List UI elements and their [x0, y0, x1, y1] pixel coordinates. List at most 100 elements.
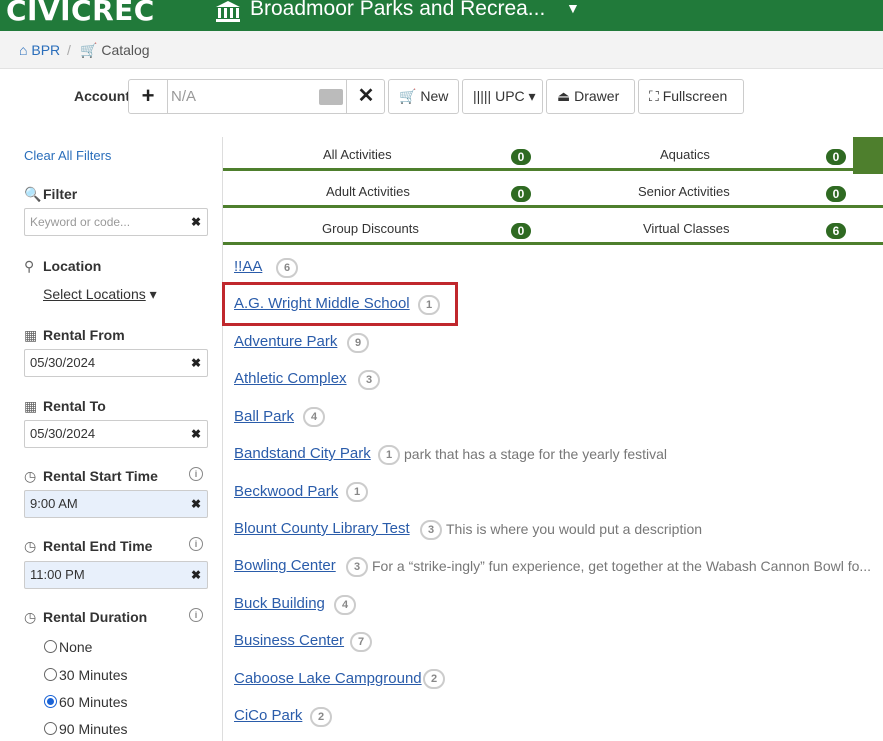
end-time-value: 11:00 PM: [30, 567, 85, 582]
clear-rental-from-icon[interactable]: ✖: [191, 350, 201, 376]
org-dropdown-icon[interactable]: ▼: [566, 0, 580, 16]
location-label: Location: [43, 258, 102, 274]
location-link-highlighted[interactable]: A.G. Wright Middle School: [234, 295, 410, 312]
location-description: This is where you would put a descriptio…: [446, 521, 703, 537]
fullscreen-button[interactable]: ⛶ Fullscreen: [638, 79, 744, 114]
clear-end-time-icon[interactable]: ✖: [191, 562, 201, 588]
upc-button-label: UPC: [495, 88, 525, 104]
duration-info-icon[interactable]: i: [189, 608, 203, 622]
category-count-badge: 0: [511, 223, 531, 239]
clear-rental-to-icon[interactable]: ✖: [191, 421, 201, 447]
org-title[interactable]: Broadmoor Parks and Recrea...: [250, 0, 545, 21]
rental-from-label: Rental From: [43, 327, 125, 343]
location-heading: ⚲ Location: [24, 258, 101, 275]
breadcrumb-separator: /: [67, 42, 71, 58]
filter-label: Filter: [43, 186, 78, 202]
location-link[interactable]: Blount County Library Test: [234, 520, 410, 537]
clock-icon: ◷: [24, 538, 37, 554]
breadcrumb: ⌂ BPR / 🛒 Catalog: [0, 31, 883, 69]
clear-all-filters-link[interactable]: Clear All Filters: [24, 148, 111, 163]
clear-start-time-icon[interactable]: ✖: [191, 491, 201, 517]
new-button[interactable]: 🛒 New: [388, 79, 459, 114]
upc-button[interactable]: ||||| UPC ▾: [462, 79, 543, 114]
rental-to-value: 05/30/2024: [30, 426, 96, 441]
end-time-heading: ◷ Rental End Time: [24, 538, 152, 555]
category-row: All Activities 0 Aquatics 0: [223, 137, 883, 171]
location-count-badge: 2: [310, 707, 332, 727]
building-icon: [216, 1, 240, 22]
clear-account-button[interactable]: ✕: [346, 80, 385, 113]
location-link[interactable]: Bowling Center: [234, 557, 336, 574]
drawer-button[interactable]: ⏏ Drawer: [546, 79, 635, 114]
new-button-label: New: [420, 88, 449, 104]
category-count-badge: 0: [511, 186, 531, 202]
category-row: Group Discounts 0 Virtual Classes 6: [223, 211, 883, 245]
category-aquatics[interactable]: Aquatics: [660, 147, 710, 162]
breadcrumb-catalog[interactable]: 🛒 Catalog: [80, 42, 150, 59]
location-count-badge: 3: [346, 557, 368, 577]
location-link[interactable]: Bandstand City Park: [234, 445, 371, 462]
location-count-badge: 4: [303, 407, 325, 427]
start-time-input[interactable]: 9:00 AM ✖: [24, 490, 208, 518]
duration-option-label: None: [59, 639, 93, 655]
barcode-icon: |||||: [473, 88, 492, 104]
duration-option-60[interactable]: 60 Minutes: [44, 694, 127, 710]
location-link[interactable]: Business Center: [234, 632, 344, 649]
drawer-icon: ⏏: [557, 88, 571, 104]
location-description: For a “strike-ingly” fun experience, get…: [372, 558, 872, 574]
category-adult-activities[interactable]: Adult Activities: [326, 184, 410, 199]
radio-button[interactable]: [44, 668, 57, 681]
clear-filter-icon[interactable]: ✖: [191, 209, 201, 235]
duration-option-none[interactable]: None: [44, 639, 92, 655]
duration-option-90[interactable]: 90 Minutes: [44, 721, 127, 737]
caret-down-icon: ▾: [528, 88, 536, 104]
filter-heading: 🔍 Filter: [24, 186, 77, 203]
location-count-badge: 1: [418, 295, 440, 315]
location-link[interactable]: Athletic Complex: [234, 370, 347, 387]
select-locations-dropdown[interactable]: Select Locations ▾: [43, 286, 157, 303]
duration-option-30[interactable]: 30 Minutes: [44, 667, 127, 683]
location-description: park that has a stage for the yearly fes…: [404, 446, 668, 462]
id-card-icon[interactable]: [319, 89, 343, 105]
rental-to-input[interactable]: 05/30/2024 ✖: [24, 420, 208, 448]
radio-button[interactable]: [44, 640, 57, 653]
map-pin-icon: ⚲: [24, 258, 35, 274]
duration-heading: ◷ Rental Duration: [24, 609, 147, 626]
rental-to-heading: ▦ Rental To: [24, 398, 106, 415]
location-link[interactable]: CiCo Park: [234, 707, 302, 724]
location-link[interactable]: Beckwood Park: [234, 483, 338, 500]
cart-icon: 🛒: [399, 88, 417, 104]
category-senior-activities[interactable]: Senior Activities: [638, 184, 730, 199]
search-icon: 🔍: [24, 186, 42, 202]
add-account-button[interactable]: +: [129, 80, 168, 113]
start-time-info-icon[interactable]: i: [189, 467, 203, 481]
end-time-input[interactable]: 11:00 PM ✖: [24, 561, 208, 589]
filter-placeholder: Keyword or code...: [30, 215, 131, 229]
radio-button[interactable]: [44, 722, 57, 735]
location-link[interactable]: Ball Park: [234, 408, 294, 425]
start-time-label: Rental Start Time: [43, 468, 158, 484]
category-group-discounts[interactable]: Group Discounts: [322, 221, 419, 236]
location-count-badge: 2: [423, 669, 445, 689]
top-bar: CIVICREC Broadmoor Parks and Recrea... ▼: [0, 0, 883, 31]
end-time-label: Rental End Time: [43, 538, 153, 554]
location-count-badge: 9: [347, 333, 369, 353]
filter-input[interactable]: Keyword or code... ✖: [24, 208, 208, 236]
location-count-badge: 3: [358, 370, 380, 390]
app-logo[interactable]: CIVICREC: [6, 0, 155, 27]
category-count-badge: 0: [511, 149, 531, 165]
location-link[interactable]: Buck Building: [234, 595, 325, 612]
category-virtual-classes[interactable]: Virtual Classes: [643, 221, 729, 236]
radio-button-selected[interactable]: [44, 695, 57, 708]
category-all-activities[interactable]: All Activities: [323, 147, 392, 162]
location-link[interactable]: !!AA: [234, 258, 262, 275]
end-time-info-icon[interactable]: i: [189, 537, 203, 551]
rental-from-input[interactable]: 05/30/2024 ✖: [24, 349, 208, 377]
breadcrumb-home-label[interactable]: BPR: [31, 42, 60, 58]
duration-option-label: 90 Minutes: [59, 721, 128, 737]
location-link[interactable]: Adventure Park: [234, 333, 337, 350]
breadcrumb-home[interactable]: ⌂ BPR: [19, 42, 60, 58]
location-count-badge: 7: [350, 632, 372, 652]
clock-icon: ◷: [24, 609, 37, 625]
location-link[interactable]: Caboose Lake Campground: [234, 670, 422, 687]
